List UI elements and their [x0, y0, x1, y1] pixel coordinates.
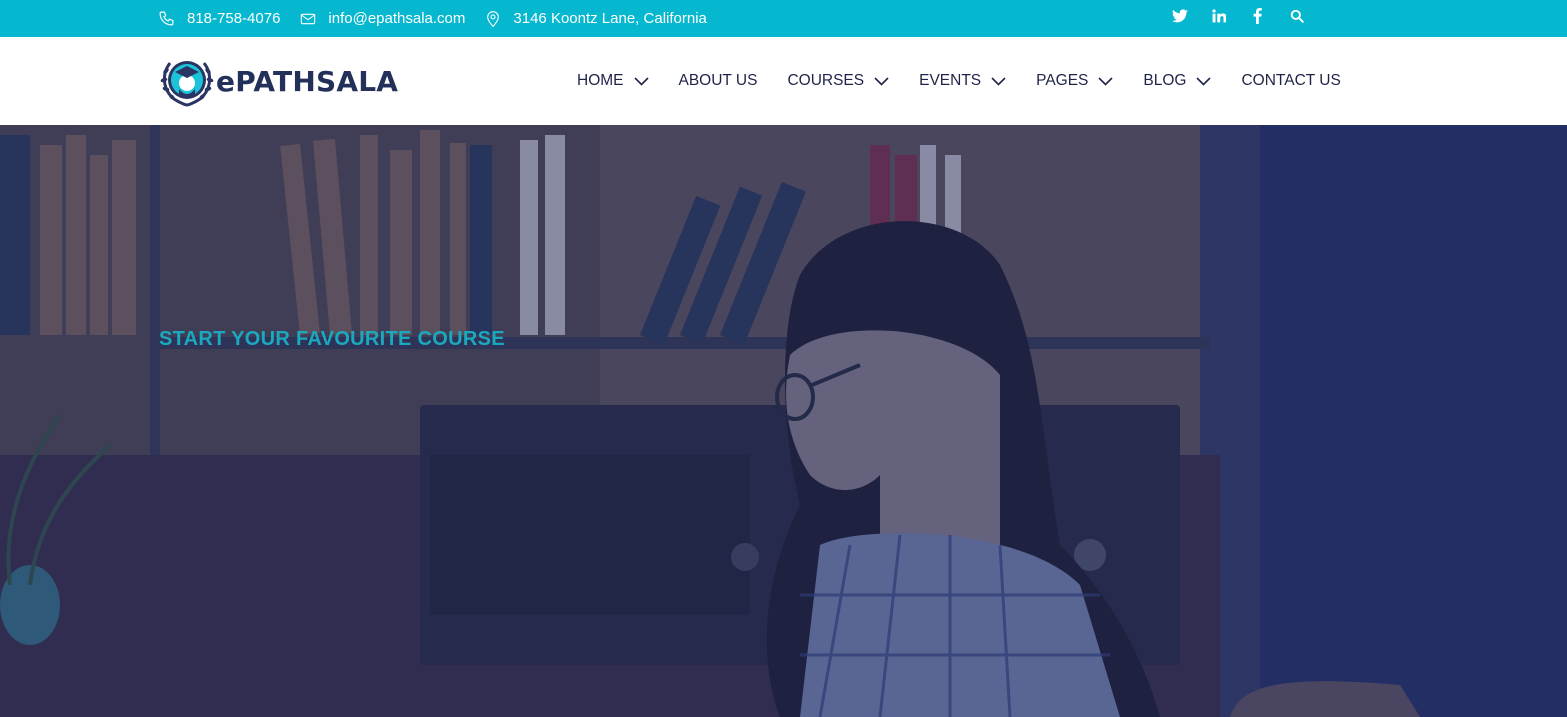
nav-item-about-us[interactable]: ABOUT US [679, 72, 758, 90]
main-header: ePATHSALA HOME ABOUT US COURSES EVENTS P… [0, 37, 1567, 125]
nav-label: CONTACT US [1241, 72, 1341, 89]
chevron-down-icon [1098, 76, 1113, 86]
email-contact[interactable]: info@epathsala.com [300, 10, 465, 27]
social-links [1160, 0, 1316, 32]
hero-background-image [0, 125, 1567, 717]
logo-text: ePATHSALA [216, 64, 399, 98]
search-icon [1290, 9, 1304, 23]
mail-icon [301, 13, 316, 24]
email-address: info@epathsala.com [328, 10, 466, 27]
chevron-down-icon [1196, 76, 1212, 86]
location-pin-icon [487, 10, 500, 27]
search-button[interactable] [1277, 9, 1316, 23]
twitter-link[interactable] [1160, 9, 1199, 23]
facebook-link[interactable] [1238, 8, 1277, 24]
site-logo[interactable]: ePATHSALA [160, 55, 398, 107]
address-contact: 3146 Koontz Lane, California [485, 10, 707, 28]
phone-number: 818-758-4076 [187, 10, 281, 27]
nav-label: HOME [577, 72, 624, 89]
nav-label: ABOUT US [678, 72, 758, 89]
top-contact-bar: 818-758-4076 info@epathsala.com 3146 Koo… [0, 0, 1567, 37]
main-nav: HOME ABOUT US COURSES EVENTS PAGES BLOG … [577, 37, 1341, 125]
phone-icon [159, 11, 174, 26]
nav-label: COURSES [787, 72, 865, 89]
phone-contact[interactable]: 818-758-4076 [158, 10, 280, 27]
chevron-down-icon [874, 76, 889, 86]
nav-label: BLOG [1143, 72, 1187, 89]
facebook-icon [1253, 8, 1262, 24]
chevron-down-icon [633, 76, 649, 86]
linkedin-icon [1211, 9, 1226, 23]
linkedin-link[interactable] [1199, 9, 1238, 23]
chevron-down-icon [991, 76, 1006, 86]
twitter-icon [1171, 9, 1188, 23]
nav-item-contact-us[interactable]: CONTACT US [1241, 72, 1340, 90]
contact-info: 818-758-4076 info@epathsala.com 3146 Koo… [158, 0, 727, 37]
nav-item-home[interactable]: HOME [577, 72, 649, 90]
nav-item-courses[interactable]: COURSES [787, 72, 889, 90]
nav-item-events[interactable]: EVENTS [919, 72, 1006, 90]
hero-subtitle: START YOUR FAVOURITE COURSE [159, 328, 505, 350]
nav-label: EVENTS [919, 72, 982, 89]
logo-emblem-icon [160, 61, 214, 107]
nav-label: PAGES [1036, 72, 1089, 89]
address-text: 3146 Koontz Lane, California [513, 10, 707, 27]
nav-item-blog[interactable]: BLOG [1143, 72, 1212, 90]
nav-item-pages[interactable]: PAGES [1036, 72, 1113, 90]
hero-banner: START YOUR FAVOURITE COURSE [0, 125, 1567, 717]
